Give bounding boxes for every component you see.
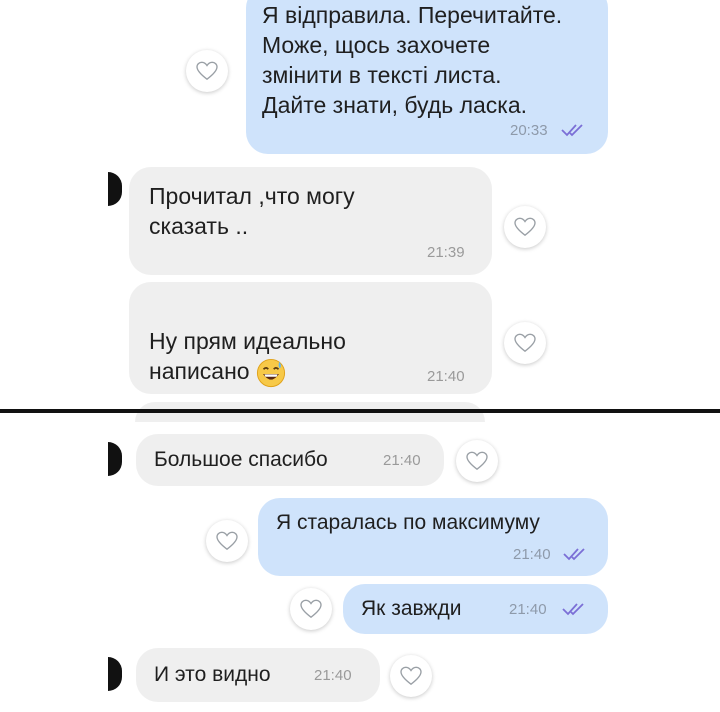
message-bubble-outgoing[interactable]: Як завжди 21:40 [343,584,608,634]
double-check-icon [562,603,584,616]
message-text: И это видно [154,663,271,686]
message-text: Большое спасибо [154,448,328,471]
message-time: 21:40 [427,368,465,385]
avatar [108,657,122,691]
message-time: 21:39 [427,244,465,261]
message-text: Як завжди [361,597,462,620]
heart-outline-icon[interactable] [186,50,228,92]
double-check-icon [563,548,585,561]
message-bubble-incoming[interactable]: Ну прям идеально написано 21:40 [129,282,492,394]
grinning-sweat-emoji [256,358,285,387]
message-bubble-incoming[interactable]: Большое спасибо 21:40 [136,434,444,486]
message-line: Ну прям идеально написано [149,328,346,384]
message-time: 21:40 [314,667,352,684]
message-bubble-outgoing[interactable]: Я старалась по максимуму 21:40 [258,498,608,576]
message-text: Прочитал ,что могу сказать .. [149,183,355,239]
message-text: Я старалась по максимуму [276,511,540,534]
message-bubble-incoming[interactable]: И это видно 21:40 [136,648,380,702]
message-time: 21:40 [513,546,551,563]
message-time: 21:40 [509,601,547,618]
avatar [108,172,122,206]
message-text: Я відправила. Перечитайте. Може, щось за… [262,2,563,118]
double-check-icon [561,124,583,137]
avatar [108,442,122,476]
heart-outline-icon[interactable] [290,588,332,630]
heart-outline-icon[interactable] [456,440,498,482]
heart-outline-icon[interactable] [504,206,546,248]
heart-outline-icon[interactable] [504,322,546,364]
heart-outline-icon[interactable] [206,520,248,562]
message-bubble-incoming[interactable]: Прочитал ,что могу сказать .. 21:39 [129,167,492,275]
message-time: 20:33 [510,122,548,139]
message-time: 21:40 [383,452,421,469]
screenshot-divider [0,409,720,413]
heart-outline-icon[interactable] [390,655,432,697]
message-bubble-outgoing[interactable]: Я відправила. Перечитайте. Може, щось за… [246,0,608,154]
